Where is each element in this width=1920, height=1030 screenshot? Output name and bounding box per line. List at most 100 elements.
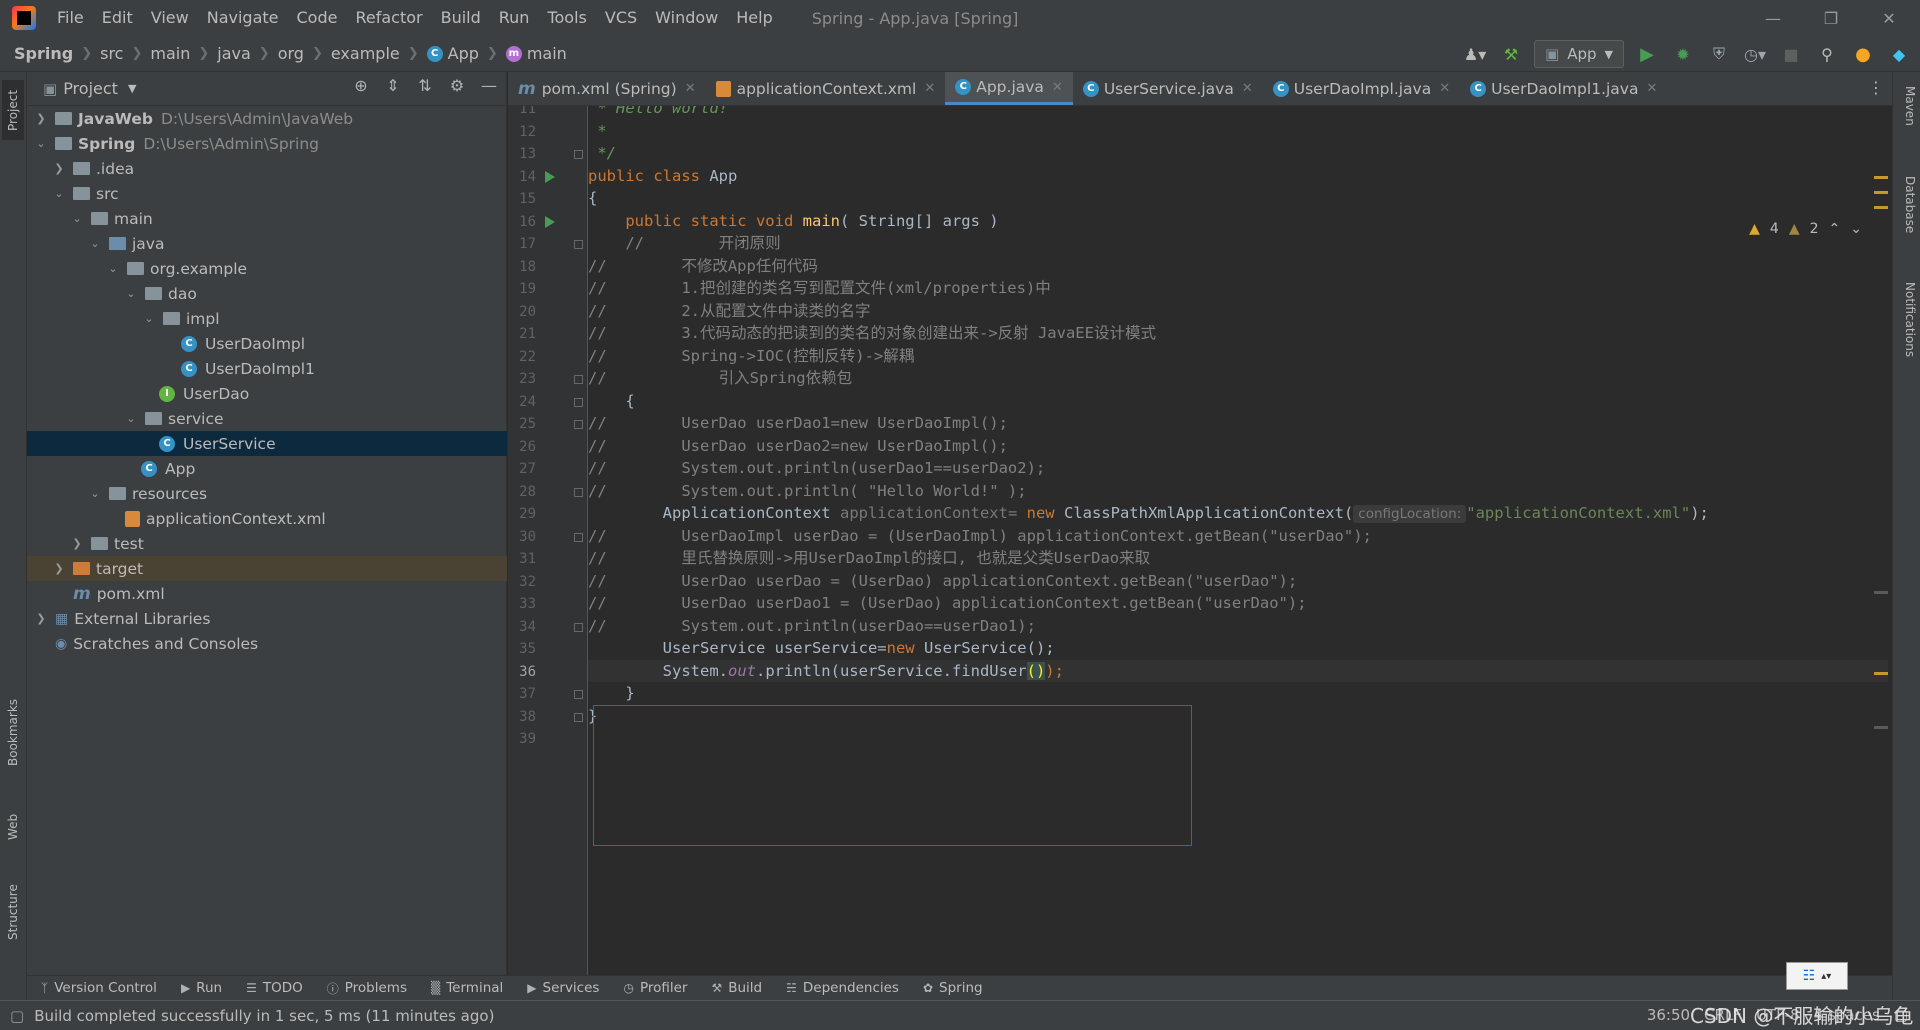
status-message[interactable]: Build completed successfully in 1 sec, 5… bbox=[34, 1007, 494, 1025]
fold-icon[interactable] bbox=[574, 150, 583, 159]
chevron-down-icon[interactable]: ⌄ bbox=[33, 137, 49, 150]
run-gutter-icon[interactable] bbox=[545, 215, 555, 228]
menu-navigate[interactable]: Navigate bbox=[198, 0, 288, 36]
profile-icon[interactable]: ◷▾ bbox=[1742, 41, 1768, 67]
tree-item-userdaoimpl[interactable]: C UserDaoImpl bbox=[27, 331, 507, 356]
menu-code[interactable]: Code bbox=[288, 0, 347, 36]
collapse-all-icon[interactable]: ⇅ bbox=[416, 76, 434, 95]
tool-tab-services[interactable]: ▶ Services bbox=[527, 980, 599, 996]
tool-tab-project[interactable]: Project bbox=[2, 80, 24, 140]
tree-item-app[interactable]: C App bbox=[27, 456, 507, 481]
tool-tab-database[interactable]: Database bbox=[1897, 176, 1917, 233]
code-line[interactable]: // 3.代码动态的把读到的类名的对象创建出来->反射 JavaEE设计模式 bbox=[588, 322, 1888, 345]
menu-file[interactable]: File bbox=[48, 0, 93, 36]
breadcrumb-method[interactable]: m main bbox=[505, 44, 567, 63]
tab-userdaoimpl1-java[interactable]: C UserDaoImpl1.java ✕ bbox=[1460, 72, 1667, 105]
hide-panel-icon[interactable]: — bbox=[480, 76, 498, 95]
tree-item-src[interactable]: ⌄ src bbox=[27, 181, 507, 206]
more-tabs-icon[interactable]: ⋮ bbox=[1868, 78, 1884, 97]
fold-icon[interactable] bbox=[574, 532, 583, 542]
tree-item-external-libraries[interactable]: ❯ ▦ External Libraries bbox=[27, 606, 507, 631]
code-line[interactable]: ApplicationContext applicationContext= n… bbox=[588, 502, 1888, 525]
close-icon[interactable]: ✕ bbox=[1646, 81, 1657, 96]
fold-icon[interactable] bbox=[574, 240, 583, 249]
update-icon[interactable]: ● bbox=[1850, 41, 1876, 67]
tab-app-java[interactable]: C App.java ✕ bbox=[945, 72, 1073, 105]
debug-icon[interactable]: ✹ bbox=[1670, 41, 1696, 67]
code-line[interactable]: } bbox=[588, 682, 1888, 705]
code-line[interactable]: // UserDaoImpl userDao = (UserDaoImpl) a… bbox=[588, 525, 1888, 548]
menu-edit[interactable]: Edit bbox=[93, 0, 142, 36]
code-line[interactable]: // UserDao userDao2=new UserDaoImpl(); bbox=[588, 435, 1888, 458]
code-line[interactable]: // UserDao userDao = (UserDao) applicati… bbox=[588, 570, 1888, 593]
menu-run[interactable]: Run bbox=[490, 0, 539, 36]
fold-icon[interactable] bbox=[574, 397, 583, 407]
fold-icon[interactable] bbox=[574, 622, 583, 632]
inspection-widget[interactable]: ▲ 4 ▲ 2 ⌃ ⌄ bbox=[1749, 221, 1862, 237]
code-line[interactable]: { bbox=[588, 390, 1888, 413]
tree-item-userdao[interactable]: I UserDao bbox=[27, 381, 507, 406]
chevron-down-icon[interactable]: ⌄ bbox=[141, 312, 157, 325]
tree-item-impl[interactable]: ⌄ impl bbox=[27, 306, 507, 331]
tab-applicationcontext-xml[interactable]: applicationContext.xml ✕ bbox=[706, 72, 946, 105]
breadcrumb-src[interactable]: src bbox=[100, 44, 123, 63]
code-line[interactable]: } bbox=[588, 705, 1888, 728]
breadcrumb-project[interactable]: Spring bbox=[14, 44, 73, 63]
chevron-down-icon[interactable]: ⌄ bbox=[87, 237, 103, 250]
close-icon[interactable]: ✕ bbox=[1052, 80, 1063, 95]
code-line[interactable]: // System.out.println( "Hello World!" ); bbox=[588, 480, 1888, 503]
fold-icon[interactable] bbox=[574, 487, 583, 497]
code-line[interactable]: // 开闭原则 bbox=[588, 232, 1888, 255]
code-line[interactable]: // System.out.println(userDao==userDao1)… bbox=[588, 615, 1888, 638]
breadcrumb-main[interactable]: main bbox=[150, 44, 190, 63]
run-configuration-select[interactable]: ▣ App ▼ bbox=[1534, 40, 1624, 68]
fold-icon[interactable] bbox=[574, 690, 583, 699]
minimize-icon[interactable]: — bbox=[1744, 0, 1802, 36]
code-line[interactable]: // System.out.println(userDao1==userDao2… bbox=[588, 457, 1888, 480]
coverage-icon[interactable]: ⛨ bbox=[1706, 41, 1732, 67]
code-line[interactable]: // Spring->IOC(控制反转)->解耦 bbox=[588, 345, 1888, 368]
tree-item-test[interactable]: ❯ test bbox=[27, 531, 507, 556]
menu-help[interactable]: Help bbox=[727, 0, 781, 36]
tree-item-java[interactable]: ⌄ java bbox=[27, 231, 507, 256]
tree-item-dao[interactable]: ⌄ dao bbox=[27, 281, 507, 306]
breadcrumb-app[interactable]: C App bbox=[426, 44, 479, 63]
chevron-down-icon[interactable]: ⌄ bbox=[51, 187, 67, 200]
tree-item-scratches[interactable]: ◉ Scratches and Consoles bbox=[27, 631, 507, 656]
tool-tab-todo[interactable]: ☰ TODO bbox=[246, 980, 303, 996]
tool-tab-problems[interactable]: ⓘ Problems bbox=[327, 980, 407, 997]
close-icon[interactable]: ✕ bbox=[924, 81, 935, 96]
search-icon[interactable]: ⚲ bbox=[1814, 41, 1840, 67]
code-line[interactable]: * Hello world! bbox=[588, 106, 1888, 120]
code-line[interactable]: // 1.把创建的类名写到配置文件(xml/properties)中 bbox=[588, 277, 1888, 300]
tree-item-target[interactable]: ❯ target bbox=[27, 556, 507, 581]
code-line[interactable]: public class App bbox=[588, 165, 1888, 188]
tool-tab-bookmarks[interactable]: Bookmarks bbox=[2, 692, 24, 772]
chevron-right-icon[interactable]: ❯ bbox=[33, 612, 49, 625]
chevron-right-icon[interactable]: ❯ bbox=[33, 112, 49, 125]
run-gutter-icon[interactable] bbox=[545, 170, 555, 183]
fold-icon[interactable] bbox=[574, 712, 583, 722]
close-icon[interactable]: ✕ bbox=[1242, 81, 1253, 96]
tree-item-spring[interactable]: ⌄ Spring D:\Users\Admin\Spring bbox=[27, 131, 507, 156]
tool-tab-notifications[interactable]: Notifications bbox=[1897, 282, 1917, 357]
code-line[interactable]: // 不修改App任何代码 bbox=[588, 255, 1888, 278]
project-panel-title[interactable]: Project bbox=[63, 79, 118, 98]
run-icon[interactable]: ▶ bbox=[1634, 41, 1660, 67]
code-line[interactable]: public static void main( String[] args ) bbox=[588, 210, 1888, 233]
code-line[interactable]: // 2.从配置文件中读类的名字 bbox=[588, 300, 1888, 323]
tree-item-userservice[interactable]: C UserService bbox=[27, 431, 507, 456]
chevron-down-icon[interactable]: ⌄ bbox=[123, 412, 139, 425]
tree-item-org-example[interactable]: ⌄ org.example bbox=[27, 256, 507, 281]
tree-item-javaweb[interactable]: ❯ JavaWeb D:\Users\Admin\JavaWeb bbox=[27, 106, 507, 131]
tool-tab-terminal[interactable]: ▒ Terminal bbox=[431, 980, 503, 996]
chevron-down-icon[interactable]: ⌄ bbox=[123, 287, 139, 300]
chevron-right-icon[interactable]: ❯ bbox=[51, 562, 67, 575]
fold-icon[interactable] bbox=[574, 420, 583, 429]
menu-window[interactable]: Window bbox=[646, 0, 727, 36]
close-icon[interactable]: ✕ bbox=[1860, 0, 1918, 36]
chevron-down-icon[interactable]: ⌄ bbox=[105, 262, 121, 275]
menu-tools[interactable]: Tools bbox=[538, 0, 595, 36]
tool-tab-structure[interactable]: Structure bbox=[2, 872, 24, 952]
menu-build[interactable]: Build bbox=[432, 0, 490, 36]
